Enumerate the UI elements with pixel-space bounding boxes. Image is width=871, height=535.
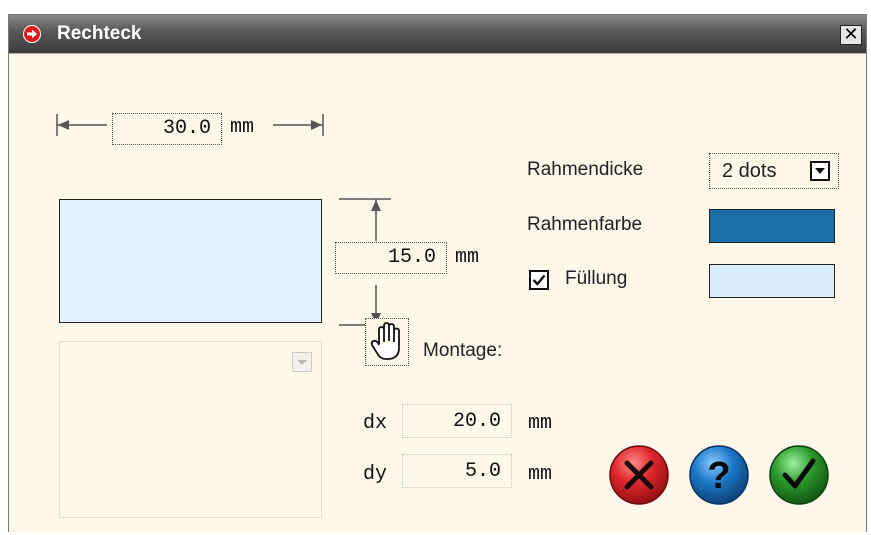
height-input[interactable]: 15.0 bbox=[335, 242, 447, 274]
frame-thickness-label: Rahmendicke bbox=[527, 159, 644, 180]
frame-thickness-select[interactable]: 2 dots bbox=[709, 153, 839, 189]
dx-input[interactable]: 20.0 bbox=[402, 404, 512, 438]
rectangle-preview bbox=[59, 199, 322, 323]
frame-thickness-value: 2 dots bbox=[722, 160, 777, 182]
dx-label: dx bbox=[363, 412, 388, 435]
red-arrow-icon bbox=[23, 25, 41, 43]
title-bar[interactable]: Rechteck ✕ bbox=[9, 15, 866, 53]
hand-icon bbox=[370, 322, 400, 360]
dy-unit: mm bbox=[528, 463, 553, 486]
montage-hand-button[interactable] bbox=[365, 318, 409, 366]
height-unit: mm bbox=[455, 246, 480, 269]
fill-color-swatch[interactable] bbox=[709, 264, 835, 298]
ok-button[interactable] bbox=[768, 444, 830, 506]
width-unit: mm bbox=[230, 116, 255, 139]
dy-input[interactable]: 5.0 bbox=[402, 454, 512, 488]
cancel-x-icon bbox=[609, 445, 669, 505]
svg-text:?: ? bbox=[707, 455, 730, 497]
help-button[interactable]: ? bbox=[688, 444, 750, 506]
close-button[interactable]: ✕ bbox=[840, 25, 862, 45]
dialog-window: Rechteck ✕ 30.0 mm 15.0 mm Rahmendicke 2… bbox=[8, 14, 867, 532]
montage-preview-box bbox=[59, 341, 322, 518]
window-title: Rechteck bbox=[57, 23, 142, 44]
dx-unit: mm bbox=[528, 412, 553, 435]
chevron-down-icon[interactable] bbox=[810, 161, 830, 181]
dy-label: dy bbox=[363, 463, 388, 486]
fill-label: Füllung bbox=[565, 268, 628, 289]
chevron-down-icon bbox=[292, 352, 312, 372]
fill-checkbox[interactable] bbox=[529, 270, 549, 290]
montage-label: Montage: bbox=[423, 340, 503, 361]
checkmark-icon bbox=[532, 274, 546, 286]
dialog-content: 30.0 mm 15.0 mm Rahmendicke 2 dots Rahme bbox=[9, 53, 866, 532]
help-question-icon: ? bbox=[689, 445, 749, 505]
frame-color-label: Rahmenfarbe bbox=[527, 214, 643, 235]
frame-color-swatch[interactable] bbox=[709, 209, 835, 243]
cancel-button[interactable] bbox=[608, 444, 670, 506]
ok-check-icon bbox=[769, 445, 829, 505]
width-input[interactable]: 30.0 bbox=[112, 113, 222, 145]
